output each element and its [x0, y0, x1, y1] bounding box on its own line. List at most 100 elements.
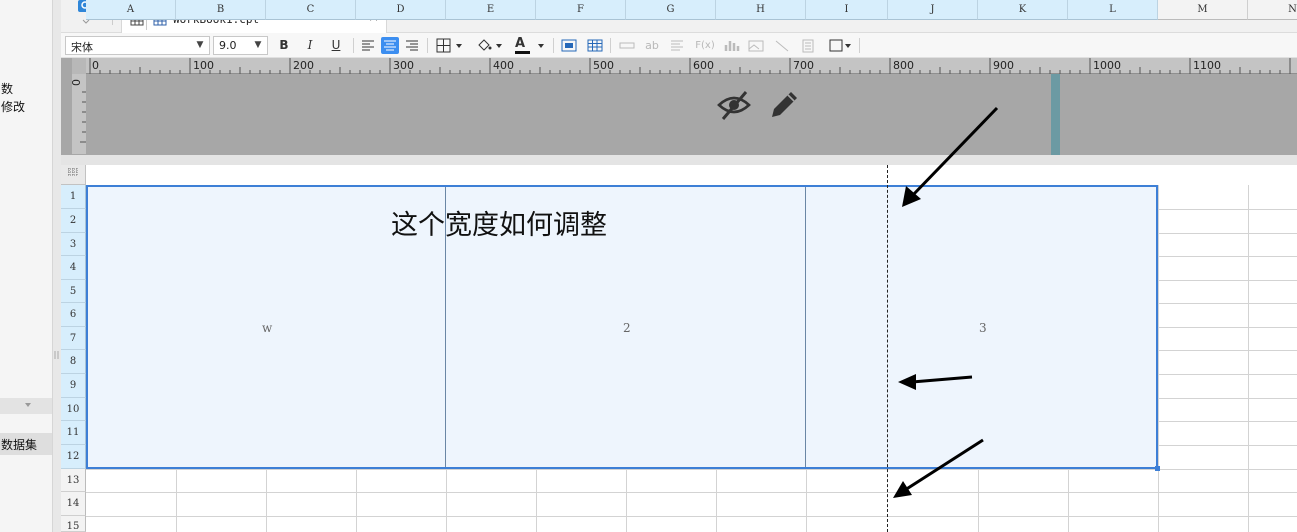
font-color-icon	[515, 44, 544, 54]
column-header-l[interactable]: L	[1068, 0, 1158, 20]
column-header-g[interactable]: G	[626, 0, 716, 20]
column-header-n[interactable]: N	[1248, 0, 1297, 20]
select-all-corner[interactable]	[61, 165, 86, 185]
font-size-value: 9.0	[219, 39, 237, 52]
lines-icon	[671, 40, 683, 51]
column-header-a[interactable]: A	[86, 0, 176, 20]
vruler-ticks	[80, 91, 86, 143]
merged-cell-w[interactable]: w	[262, 321, 272, 335]
column-header-f[interactable]: F	[536, 0, 626, 20]
subreport-button[interactable]	[799, 37, 817, 54]
column-header-k[interactable]: K	[978, 0, 1068, 20]
frame-icon	[829, 39, 851, 52]
image-button[interactable]	[747, 37, 765, 54]
insert-row-button[interactable]	[618, 37, 636, 54]
panel-divider[interactable]	[0, 398, 52, 414]
merge-cells-button[interactable]	[560, 37, 578, 54]
format-toolbar: 宋体 ▼ 9.0 ▼ B I U A ab F(x)	[61, 33, 1297, 58]
split-cells-button[interactable]	[586, 37, 604, 54]
merged-cell-3[interactable]: 3	[979, 321, 987, 335]
edit-button[interactable]	[767, 88, 801, 122]
bar-chart-icon	[724, 41, 740, 51]
align-right-button[interactable]	[403, 37, 421, 54]
ruler-label: 900	[993, 59, 1014, 72]
page-width-marker[interactable]	[1051, 74, 1060, 155]
row-header-4[interactable]: 4	[61, 256, 86, 280]
row-header-5[interactable]: 5	[61, 280, 86, 303]
vertical-ruler[interactable]: 0	[70, 74, 86, 154]
grid-line	[1158, 185, 1159, 532]
bold-button[interactable]: B	[275, 37, 293, 54]
font-size-select[interactable]: 9.0 ▼	[213, 36, 268, 55]
ruler-label: 100	[193, 59, 214, 72]
row-header-11[interactable]: 11	[61, 421, 86, 445]
table-icon	[587, 39, 603, 52]
font-family-value: 宋体	[71, 41, 93, 54]
grid-line	[86, 492, 1297, 493]
row-header-13[interactable]: 13	[61, 469, 86, 492]
ruler-label: 200	[293, 59, 314, 72]
merge-cells-icon	[561, 39, 577, 52]
chevron-down-icon[interactable]	[0, 398, 52, 414]
row-header-10[interactable]: 10	[61, 398, 86, 421]
row-header-2[interactable]: 2	[61, 209, 86, 233]
ruler-label: 600	[693, 59, 714, 72]
diagonal-icon	[775, 40, 789, 52]
grid-line	[1248, 185, 1249, 532]
row-header-9[interactable]: 9	[61, 374, 86, 398]
shape-button[interactable]	[827, 37, 853, 54]
underline-button[interactable]: U	[327, 37, 345, 54]
text-align-button[interactable]	[668, 37, 686, 54]
row-header-8[interactable]: 8	[61, 350, 86, 374]
dataset-label: 数据集	[1, 438, 38, 452]
italic-button[interactable]: I	[301, 37, 319, 54]
toolbar-separator	[353, 38, 354, 53]
panel-resize-handle[interactable]	[52, 0, 61, 532]
merged-cell-2[interactable]: 2	[623, 321, 631, 335]
selected-merged-range[interactable]	[86, 185, 1158, 469]
eye-off-icon	[717, 91, 751, 120]
row-header-3[interactable]: 3	[61, 233, 86, 256]
column-header-i[interactable]: I	[806, 0, 888, 20]
align-center-button[interactable]	[381, 37, 399, 54]
border-button[interactable]	[435, 37, 465, 54]
text-button[interactable]: ab	[643, 37, 661, 54]
toolbar-separator	[859, 38, 860, 53]
border-icon	[436, 38, 462, 53]
fill-color-button[interactable]	[475, 37, 505, 54]
chart-button[interactable]	[722, 37, 740, 54]
selection-fill-handle[interactable]	[1155, 466, 1160, 471]
ruler-label: 400	[493, 59, 514, 72]
align-right-icon	[406, 40, 418, 51]
row-header-15[interactable]: 15	[61, 516, 86, 532]
annotation-question: 这个宽度如何调整	[391, 210, 607, 241]
slash-button[interactable]	[773, 37, 791, 54]
row-header-1[interactable]: 1	[61, 185, 86, 209]
column-header-j[interactable]: J	[888, 0, 978, 20]
column-header-d[interactable]: D	[356, 0, 446, 20]
align-left-button[interactable]	[359, 37, 377, 54]
ruler-label: 1000	[1093, 59, 1121, 72]
left-panel-text-2: 修改	[1, 100, 26, 114]
formula-button[interactable]: F(x)	[693, 37, 717, 54]
ruler-label: 500	[593, 59, 614, 72]
row-header-14[interactable]: 14	[61, 492, 86, 516]
row-header-12[interactable]: 12	[61, 445, 86, 469]
row-header-7[interactable]: 7	[61, 327, 86, 350]
column-header-c[interactable]: C	[266, 0, 356, 20]
chevron-down-icon: ▼	[196, 40, 204, 50]
column-header-m[interactable]: M	[1158, 0, 1248, 20]
grip-icon	[54, 351, 59, 359]
font-family-select[interactable]: 宋体 ▼	[65, 36, 210, 55]
dataset-item[interactable]: 数据集	[0, 433, 52, 455]
column-header-b[interactable]: B	[176, 0, 266, 20]
font-color-button[interactable]: A	[513, 36, 547, 54]
hide-button[interactable]	[716, 87, 752, 123]
align-center-icon	[384, 40, 396, 51]
column-header-e[interactable]: E	[446, 0, 536, 20]
chevron-down-icon: ▼	[254, 40, 262, 50]
toolbar-separator	[427, 38, 428, 53]
horizontal-ruler[interactable]: 0 100 200 300 400 500 600 700 800 900 10…	[86, 58, 1297, 74]
column-header-h[interactable]: H	[716, 0, 806, 20]
row-header-6[interactable]: 6	[61, 303, 86, 327]
